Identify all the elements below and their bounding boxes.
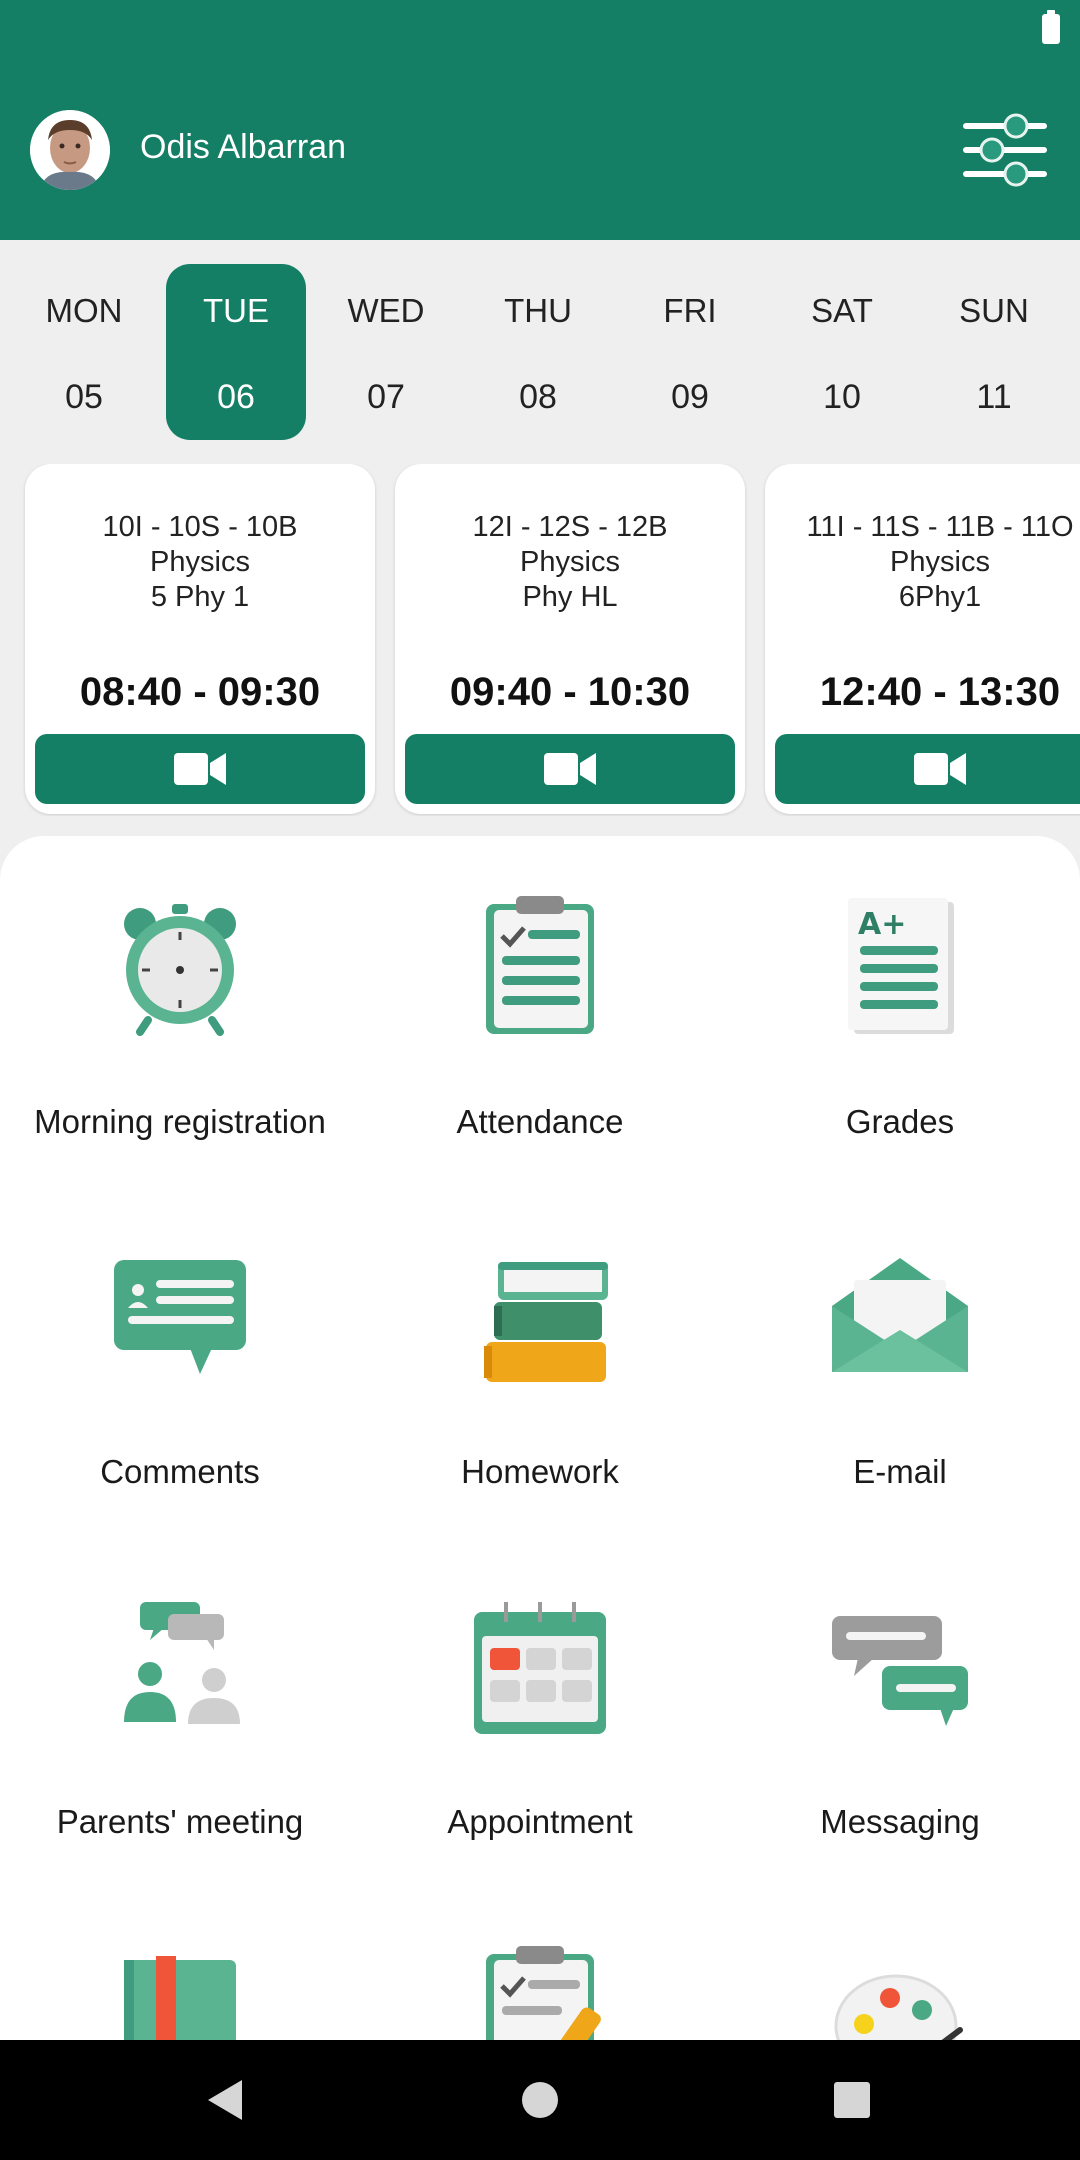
lesson-time: 08:40 - 09:30 bbox=[79, 670, 321, 714]
day-sat[interactable]: SAT 10 bbox=[772, 264, 912, 440]
chat-icon bbox=[832, 1616, 968, 1726]
menu-label: Grades bbox=[845, 1103, 955, 1140]
sliders-icon[interactable] bbox=[960, 110, 1050, 190]
alarm-clock-icon bbox=[124, 904, 236, 1036]
day-name: THU bbox=[504, 292, 572, 329]
lesson-card[interactable]: 11I - 11S - 11B - 11O Physics 6Phy1 12:4… bbox=[765, 464, 1080, 814]
lesson-card[interactable]: 10I - 10S - 10B Physics 5 Phy 1 08:40 - … bbox=[25, 464, 375, 814]
lesson-subject: Physics bbox=[150, 546, 250, 578]
day-mon[interactable]: MON 05 bbox=[14, 264, 154, 440]
clipboard-check-icon bbox=[486, 896, 594, 1034]
meeting-icon bbox=[124, 1602, 240, 1724]
day-name: FRI bbox=[663, 292, 717, 329]
menu-email[interactable]: E-mail bbox=[720, 1186, 1080, 1536]
video-camera-icon bbox=[544, 753, 596, 785]
lesson-subject: Physics bbox=[520, 546, 620, 578]
day-name: WED bbox=[347, 292, 425, 329]
svg-text:A+: A+ bbox=[858, 907, 906, 942]
day-name: SAT bbox=[811, 292, 873, 329]
lesson-carousel[interactable]: 10I - 10S - 10B Physics 5 Phy 1 08:40 - … bbox=[0, 464, 1080, 816]
day-name: SUN bbox=[959, 292, 1029, 329]
video-call-button[interactable] bbox=[775, 734, 1080, 804]
lesson-group: 6Phy1 bbox=[898, 581, 982, 613]
palette-icon bbox=[834, 1974, 963, 2040]
notebook-icon bbox=[124, 1956, 236, 2040]
menu-comments[interactable]: Comments bbox=[0, 1186, 360, 1536]
menu-label: Messaging bbox=[820, 1803, 980, 1840]
day-number: 09 bbox=[671, 378, 709, 416]
day-number: 11 bbox=[976, 378, 1012, 416]
day-number: 08 bbox=[519, 378, 557, 416]
day-number: 07 bbox=[367, 378, 405, 416]
home-icon[interactable] bbox=[510, 2070, 570, 2130]
menu-label: E-mail bbox=[853, 1453, 947, 1490]
menu-messaging[interactable]: Messaging bbox=[720, 1536, 1080, 1886]
menu-label: Morning registration bbox=[34, 1103, 326, 1140]
lesson-classes: 12I - 12S - 12B bbox=[472, 511, 668, 543]
lesson-classes: 11I - 11S - 11B - 11O bbox=[806, 511, 1074, 543]
video-call-button[interactable] bbox=[405, 734, 735, 804]
back-icon[interactable] bbox=[196, 2070, 256, 2130]
lesson-card[interactable]: 12I - 12S - 12B Physics Phy HL 09:40 - 1… bbox=[395, 464, 745, 814]
books-icon bbox=[484, 1262, 608, 1382]
menu-palette[interactable] bbox=[720, 1886, 1080, 2040]
day-number: 06 bbox=[217, 378, 255, 416]
menu-parents-meeting[interactable]: Parents' meeting bbox=[0, 1536, 360, 1886]
system-nav-bar bbox=[0, 2040, 1080, 2160]
grade-sheet-icon: A+ bbox=[848, 898, 954, 1034]
envelope-icon bbox=[832, 1258, 968, 1372]
user-name[interactable]: Odis Albarran bbox=[140, 128, 346, 167]
day-thu[interactable]: THU 08 bbox=[468, 264, 608, 440]
lesson-time: 12:40 - 13:30 bbox=[819, 670, 1061, 714]
day-wed[interactable]: WED 07 bbox=[316, 264, 456, 440]
video-camera-icon bbox=[914, 753, 966, 785]
lesson-subject: Physics bbox=[890, 546, 990, 578]
menu-clipboard-edit[interactable] bbox=[360, 1886, 720, 2040]
day-number: 10 bbox=[823, 378, 861, 416]
comment-bubble-icon bbox=[114, 1260, 246, 1374]
lesson-time: 09:40 - 10:30 bbox=[449, 670, 691, 714]
calendar-icon bbox=[474, 1602, 606, 1734]
clipboard-edit-icon bbox=[486, 1946, 601, 2040]
menu-grades[interactable]: A+ Grades bbox=[720, 836, 1080, 1186]
video-camera-icon bbox=[174, 753, 226, 785]
video-call-button[interactable] bbox=[35, 734, 365, 804]
day-sun[interactable]: SUN 11 bbox=[924, 264, 1064, 440]
menu-label: Homework bbox=[461, 1453, 619, 1490]
menu-notebook[interactable] bbox=[0, 1886, 360, 2040]
app-header: Odis Albarran bbox=[0, 0, 1080, 240]
day-tue[interactable]: TUE 06 bbox=[166, 264, 306, 440]
menu-label: Parents' meeting bbox=[56, 1803, 304, 1840]
recents-icon[interactable] bbox=[822, 2070, 882, 2130]
battery-icon bbox=[1042, 10, 1060, 44]
day-fri[interactable]: FRI 09 bbox=[620, 264, 760, 440]
menu-appointment[interactable]: Appointment bbox=[360, 1536, 720, 1886]
week-selector: MON 05 TUE 06 WED 07 THU 08 FRI 09 SAT 1… bbox=[0, 264, 1080, 440]
menu-homework[interactable]: Homework bbox=[360, 1186, 720, 1536]
lesson-classes: 10I - 10S - 10B bbox=[102, 511, 298, 543]
lesson-group: Phy HL bbox=[522, 581, 618, 613]
day-name: TUE bbox=[203, 292, 269, 329]
day-name: MON bbox=[45, 292, 123, 329]
avatar[interactable] bbox=[30, 110, 110, 190]
lesson-group: 5 Phy 1 bbox=[150, 581, 250, 613]
menu-panel: Morning registration Attendance A+ Grade… bbox=[0, 836, 1080, 2040]
menu-label: Appointment bbox=[447, 1803, 633, 1840]
day-number: 05 bbox=[65, 378, 103, 416]
menu-label: Comments bbox=[100, 1453, 260, 1490]
menu-label: Attendance bbox=[456, 1103, 624, 1140]
menu-morning-registration[interactable]: Morning registration bbox=[0, 836, 360, 1186]
menu-attendance[interactable]: Attendance bbox=[360, 836, 720, 1186]
